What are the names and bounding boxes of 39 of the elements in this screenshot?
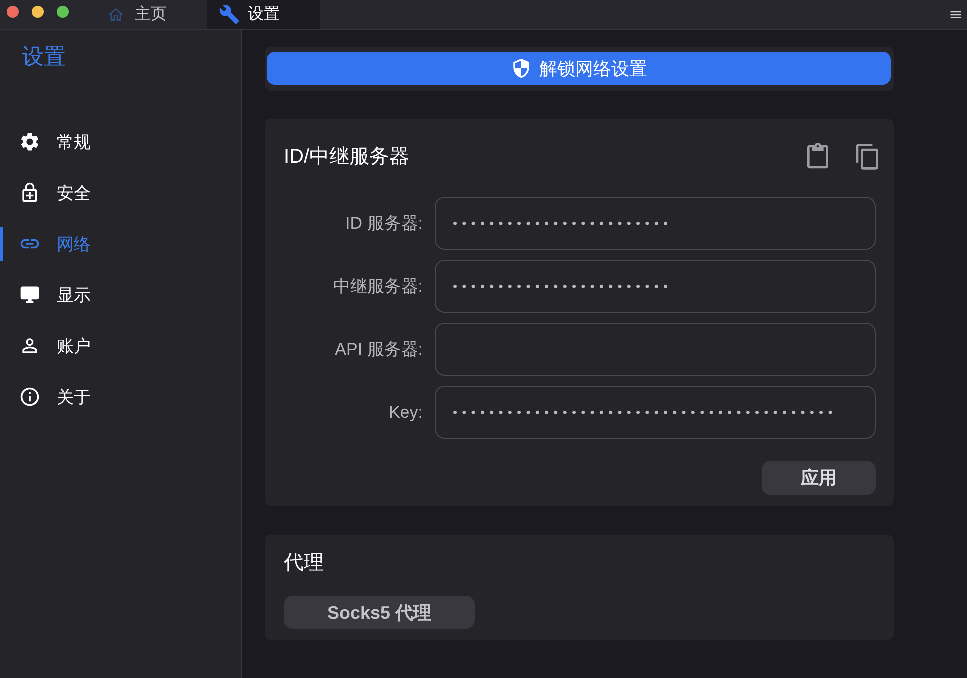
- sidebar-item[interactable]: 账户: [0, 329, 241, 363]
- field-label: Key:: [388, 402, 423, 422]
- sidebar-item-label: 关于: [57, 386, 91, 408]
- wrench-icon: [219, 4, 240, 25]
- input-field[interactable]: ••••••••••••••••••••••••: [435, 197, 876, 250]
- sidebar-title: 设置: [21, 43, 67, 71]
- sidebar-item[interactable]: 安全: [0, 176, 241, 210]
- sidebar-item-label: 安全: [57, 182, 91, 204]
- card-title: 代理: [284, 551, 325, 576]
- sidebar-item-label: 网络: [57, 234, 91, 256]
- close-button[interactable]: [7, 6, 19, 18]
- sidebar-item-label: 显示: [57, 284, 91, 306]
- sidebar-item-label: 常规: [57, 132, 91, 154]
- info-icon: [19, 386, 41, 408]
- field-label: 中继服务器:: [332, 276, 423, 298]
- unlock-button[interactable]: 解锁网络设置: [267, 52, 891, 85]
- field-label: API 服务器:: [334, 339, 423, 361]
- window-tab[interactable]: 主页: [95, 0, 205, 29]
- tab-label: 设置: [248, 5, 280, 25]
- input-field[interactable]: [435, 323, 876, 376]
- zoom-button[interactable]: [57, 6, 69, 18]
- field-label: ID 服务器:: [344, 213, 423, 235]
- input-field[interactable]: ••••••••••••••••••••••••••••••••••••••••••: [435, 386, 876, 439]
- minimize-button[interactable]: [32, 6, 44, 18]
- shield-icon: [510, 58, 532, 79]
- sidebar-item[interactable]: 常规: [0, 125, 241, 159]
- gear-icon: [19, 131, 41, 153]
- window-tab[interactable]: 设置: [207, 0, 320, 29]
- sidebar-item-label: 账户: [57, 336, 91, 358]
- home-icon: [107, 6, 125, 24]
- tab-label: 主页: [135, 4, 167, 25]
- socks5-proxy-button[interactable]: Socks5 代理: [284, 596, 475, 629]
- apply-button[interactable]: 应用: [762, 461, 876, 495]
- sidebar-item[interactable]: 网络: [0, 227, 241, 261]
- input-field[interactable]: ••••••••••••••••••••••••: [435, 260, 876, 313]
- sidebar-item[interactable]: 显示: [0, 278, 241, 312]
- monitor-icon: [19, 284, 41, 306]
- sidebar-item[interactable]: 关于: [0, 380, 241, 414]
- card-title: ID/中继服务器: [284, 145, 411, 170]
